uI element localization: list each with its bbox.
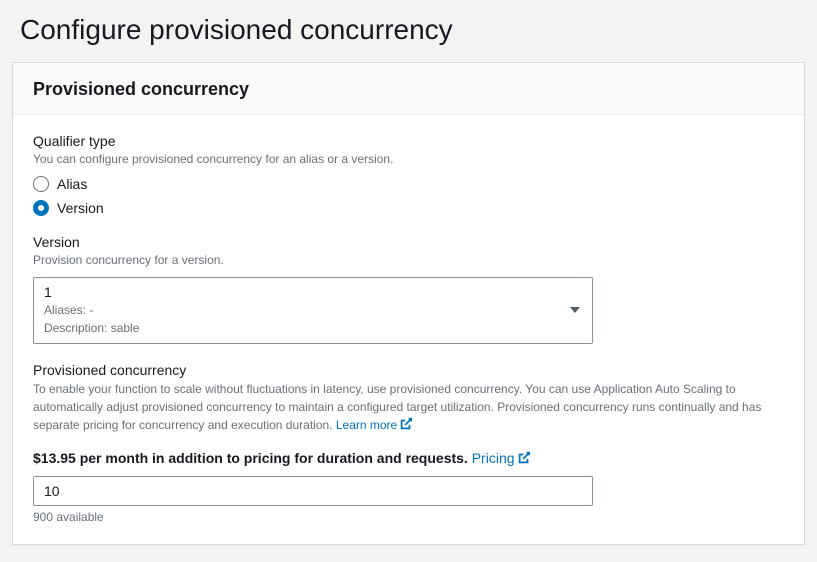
panel-heading: Provisioned concurrency — [33, 79, 784, 100]
qualifier-type-group: Qualifier type You can configure provisi… — [33, 133, 784, 216]
price-text: $13.95 per month in addition to pricing … — [33, 450, 472, 466]
external-link-icon — [517, 451, 531, 468]
available-hint: 900 available — [33, 510, 784, 524]
prov-label: Provisioned concurrency — [33, 362, 784, 378]
provisioned-concurrency-panel: Provisioned concurrency Qualifier type Y… — [12, 62, 805, 545]
pricing-link[interactable]: Pricing — [472, 450, 531, 466]
version-select-aliases: Aliases: - — [44, 302, 558, 319]
version-label: Version — [33, 234, 784, 250]
qualifier-type-label: Qualifier type — [33, 133, 784, 149]
page-title: Configure provisioned concurrency — [0, 0, 817, 62]
radio-alias[interactable]: Alias — [33, 176, 784, 192]
radio-version-label: Version — [57, 200, 104, 216]
panel-header: Provisioned concurrency — [13, 63, 804, 115]
prov-description: To enable your function to scale without… — [33, 380, 784, 436]
pricing-link-text: Pricing — [472, 450, 515, 466]
learn-more-text: Learn more — [336, 418, 397, 432]
panel-body: Qualifier type You can configure provisi… — [13, 115, 804, 544]
radio-alias-label: Alias — [57, 176, 87, 192]
chevron-down-icon — [570, 307, 580, 313]
price-line: $13.95 per month in addition to pricing … — [33, 450, 784, 468]
external-link-icon — [399, 417, 413, 436]
provisioned-concurrency-group: Provisioned concurrency To enable your f… — [33, 362, 784, 524]
radio-version[interactable]: Version — [33, 200, 784, 216]
version-select[interactable]: 1 Aliases: - Description: sable — [33, 277, 593, 345]
version-hint: Provision concurrency for a version. — [33, 252, 784, 269]
qualifier-type-hint: You can configure provisioned concurrenc… — [33, 151, 784, 168]
provisioned-concurrency-input[interactable] — [33, 476, 593, 506]
learn-more-link[interactable]: Learn more — [336, 418, 413, 432]
radio-icon — [33, 200, 49, 216]
version-group: Version Provision concurrency for a vers… — [33, 234, 784, 344]
version-select-description: Description: sable — [44, 320, 558, 337]
version-select-value: 1 — [44, 284, 558, 300]
radio-icon — [33, 176, 49, 192]
